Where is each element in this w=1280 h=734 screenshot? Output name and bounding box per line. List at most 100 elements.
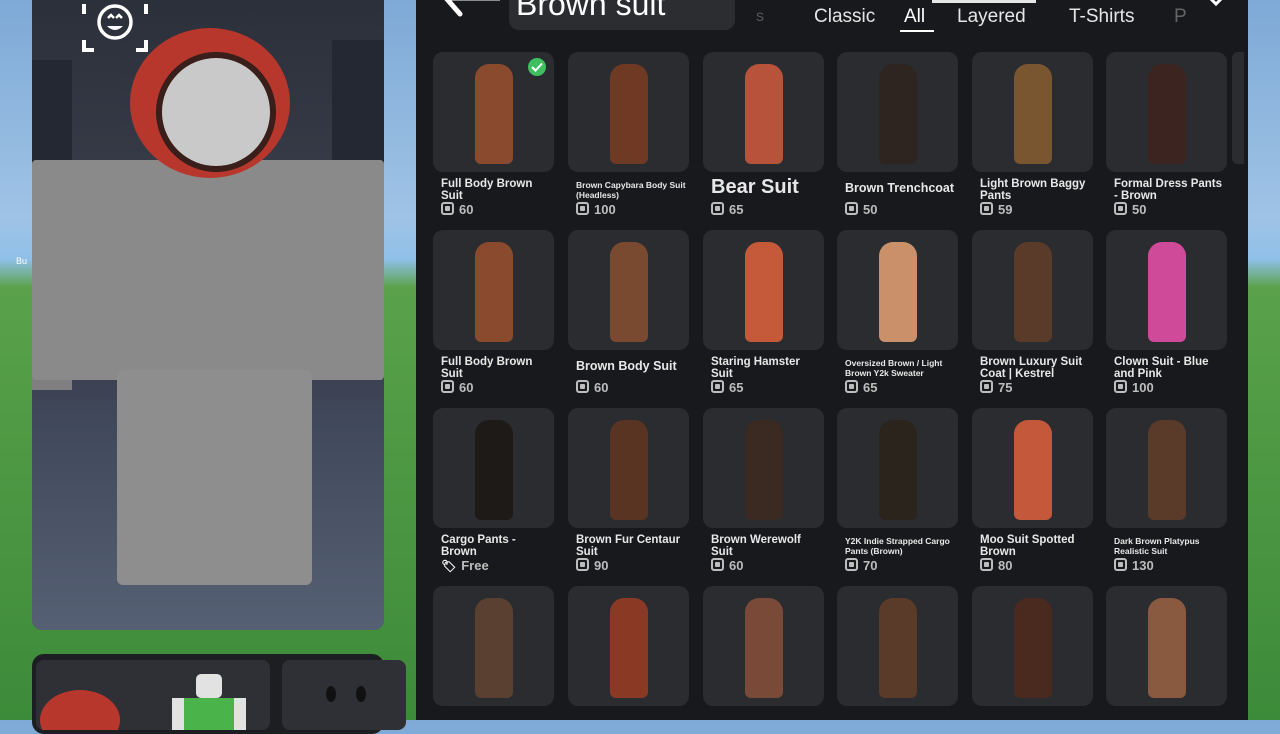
item-thumbnail (837, 586, 958, 706)
tab-all[interactable]: All (904, 6, 925, 28)
catalog-panel: Brown suit s Classic All Layered T-Shirt… (416, 0, 1248, 720)
item-price: 60 (576, 380, 608, 395)
back-arrow-icon[interactable] (430, 0, 500, 22)
item-thumbnail (972, 408, 1093, 528)
background-pillar (332, 40, 384, 180)
item-price-value: 80 (998, 558, 1013, 573)
item-price-value: 65 (729, 202, 744, 217)
robux-icon (1114, 202, 1127, 215)
item-price: 100 (1114, 380, 1154, 395)
item-price: 75 (980, 380, 1012, 395)
item-name: Dark Brown Platypus Realistic Suit (1114, 536, 1200, 556)
robux-icon (845, 202, 858, 215)
tab-layered[interactable]: Layered (957, 6, 1026, 28)
item-thumbnail (568, 230, 689, 350)
robux-icon (845, 558, 858, 571)
face-emote-icon[interactable] (80, 0, 150, 54)
item-thumbnail (1106, 586, 1227, 706)
robux-icon (845, 380, 858, 393)
avatar-head-mouth (156, 52, 276, 172)
avatar-torso (32, 160, 384, 380)
item-price-value: 100 (1132, 380, 1154, 395)
item-price: 65 (711, 380, 743, 395)
item-thumbnail (837, 408, 958, 528)
item-name: Light Brown Baggy Pants (980, 178, 1086, 202)
item-thumbnail (703, 52, 824, 172)
item-price-value: 70 (863, 558, 878, 573)
item-price: 60 (441, 202, 473, 217)
item-name: Brown Luxury Suit Coat | Kestrel (980, 356, 1083, 380)
item-name: Moo Suit Spotted Brown (980, 534, 1075, 558)
item-thumbnail (972, 230, 1093, 350)
next-column-peek (1232, 52, 1244, 164)
search-ghost-text: s (756, 8, 764, 25)
item-figure (879, 598, 917, 698)
item-figure (1148, 420, 1186, 520)
item-figure (879, 242, 917, 342)
item-name: Cargo Pants - Brown (441, 534, 516, 558)
item-figure (1014, 420, 1052, 520)
item-price: 100 (576, 202, 616, 217)
avatar-legs (117, 370, 312, 585)
item-thumbnail (1106, 408, 1227, 528)
category-tabs: Classic All Layered T-Shirts P (814, 0, 1234, 40)
item-name: Brown Capybara Body Suit (Headless) (576, 180, 686, 200)
robux-icon (711, 558, 724, 571)
item-thumbnail (568, 408, 689, 528)
item-price-value: 130 (1132, 558, 1154, 573)
item-price: 60 (711, 558, 743, 573)
item-thumbnail (1106, 52, 1227, 172)
item-figure (610, 598, 648, 698)
item-figure (1014, 64, 1052, 164)
item-figure (610, 242, 648, 342)
robux-icon (576, 380, 589, 393)
item-price: 50 (1114, 202, 1146, 217)
search-query: Brown suit (516, 0, 666, 22)
robux-icon (711, 202, 724, 215)
tab-scroll-bar (932, 0, 1036, 3)
robux-icon (1114, 380, 1127, 393)
tab-more[interactable]: P (1174, 6, 1187, 28)
item-thumbnail (837, 52, 958, 172)
item-thumbnail (972, 586, 1093, 706)
price-tag-icon: 🏷 (441, 559, 457, 573)
item-price: 50 (845, 202, 877, 217)
item-thumbnail (433, 230, 554, 350)
item-price: 60 (441, 380, 473, 395)
robux-icon (711, 380, 724, 393)
item-price-value: 100 (594, 202, 616, 217)
item-thumbnail (1106, 230, 1227, 350)
item-price-value: 60 (729, 558, 744, 573)
item-thumbnail (568, 52, 689, 172)
item-figure (1148, 242, 1186, 342)
item-figure (475, 64, 513, 164)
item-price: 90 (576, 558, 608, 573)
robux-icon (441, 380, 454, 393)
item-name: Formal Dress Pants - Brown (1114, 178, 1223, 202)
tab-t-shirts[interactable]: T-Shirts (1069, 6, 1134, 28)
item-name: Brown Body Suit (576, 359, 677, 373)
item-price: 130 (1114, 558, 1154, 573)
item-thumbnail (703, 230, 824, 350)
item-thumbnail (568, 586, 689, 706)
item-name: Brown Fur Centaur Suit (576, 534, 681, 558)
robux-icon (576, 202, 589, 215)
background-pillar (32, 60, 72, 170)
item-price-value: 60 (459, 380, 474, 395)
item-price-value: 50 (863, 202, 878, 217)
item-figure (745, 64, 783, 164)
item-figure (475, 420, 513, 520)
tab-classic[interactable]: Classic (814, 6, 875, 28)
item-thumbnail (433, 408, 554, 528)
item-price-value: 75 (998, 380, 1013, 395)
item-figure (475, 242, 513, 342)
item-figure (1014, 598, 1052, 698)
item-figure (745, 598, 783, 698)
item-price: 70 (845, 558, 877, 573)
item-thumbnail (972, 52, 1093, 172)
item-figure (1148, 598, 1186, 698)
avatar-viewport[interactable] (32, 0, 384, 630)
item-figure (879, 420, 917, 520)
item-figure (879, 64, 917, 164)
item-price-value: 50 (1132, 202, 1147, 217)
